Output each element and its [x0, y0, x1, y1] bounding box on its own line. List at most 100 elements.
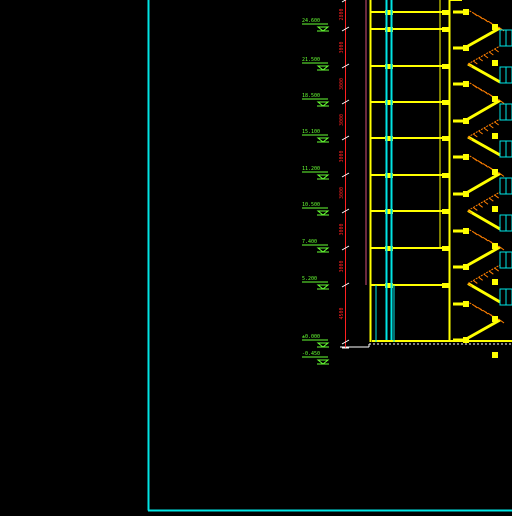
elevation-label: 11.200 [302, 166, 320, 172]
stair-hatch [489, 197, 494, 202]
stair-flight [467, 209, 501, 231]
stair-flight [467, 282, 501, 304]
elevation-label: 18.500 [302, 93, 320, 99]
elevation-marker: -0.450 [302, 351, 330, 365]
cad-viewport[interactable]: 24.600 21.500 18.500 15.100 11.200 10.500 7.40… [0, 0, 512, 512]
stair-flight [467, 62, 501, 84]
stair-hatch [483, 18, 489, 23]
drawing-frame [147, 0, 512, 512]
elevation-marker: 15.100 [302, 129, 330, 143]
stair-hatch [478, 15, 483, 20]
stair-flight [467, 26, 501, 48]
dimension-label: 3000 [339, 150, 345, 162]
elevation-label: ±0.000 [302, 334, 320, 340]
stair-hatch [478, 57, 483, 62]
stair-hatch [478, 276, 483, 281]
stair-hatch [483, 163, 489, 168]
stair-hatch [478, 234, 483, 239]
stair-hatch [494, 194, 499, 199]
stair-hatch [489, 124, 494, 129]
landing-beam [463, 228, 469, 234]
stair-hatch [478, 87, 483, 92]
dimension-label: 3000 [339, 223, 345, 235]
stair-hatch [499, 173, 505, 177]
elevation-triangle-icon [316, 247, 330, 253]
landing-beam [492, 352, 498, 358]
stair-hatch [483, 90, 489, 95]
landing-beam [492, 243, 498, 249]
stair-hatch [473, 280, 478, 284]
stair-hatch [483, 273, 489, 278]
landing-beam [463, 154, 469, 160]
elevation-label: 7.400 [302, 239, 317, 245]
elevation-marker: 21.500 [302, 57, 330, 71]
elevation-labels: 24.600 21.500 18.500 15.100 11.200 10.500 7.40… [302, 18, 330, 365]
elevation-triangle-icon [316, 65, 330, 71]
elevation-marker: ±0.000 [302, 334, 330, 348]
dimension-chain: 2800 3000 3000 3000 3000 3000 3000 3000 4500 [339, 0, 350, 349]
landing-beam [492, 60, 498, 66]
elevation-marker: 11.200 [302, 166, 330, 180]
landing-beam [492, 169, 498, 175]
elevation-label: 24.600 [302, 18, 320, 24]
elevation-triangle-icon [316, 26, 330, 32]
landing-beam [492, 96, 498, 102]
elevation-label: 5.200 [302, 276, 317, 282]
elevation-marker: 5.200 [302, 276, 330, 290]
landing-beam [463, 45, 469, 51]
dimension-label: 3000 [339, 187, 345, 199]
stair-hatch [478, 307, 483, 312]
stair-hatch [473, 12, 478, 17]
dimension-label: 3000 [339, 260, 345, 272]
stair-flight [467, 99, 501, 121]
stair-hatch [494, 267, 499, 272]
elevation-triangle-icon [316, 210, 330, 216]
stair-hatch [478, 203, 483, 208]
stair-hatch [473, 133, 478, 138]
elevation-triangle-icon [316, 137, 330, 143]
dimension-label: 3000 [339, 78, 345, 90]
dimension-label: 4500 [339, 307, 345, 319]
landing-beam [463, 264, 469, 270]
landing-beam [492, 24, 498, 30]
landing-beam [492, 279, 498, 285]
landing-beam [463, 9, 469, 15]
stair-hatch [483, 200, 489, 205]
stair-hatch [494, 121, 499, 126]
stair-flight [467, 318, 501, 340]
stair-flight [467, 245, 501, 267]
stair-flight [467, 172, 501, 194]
stair-hatch [483, 237, 489, 242]
stair-hatch [473, 231, 478, 236]
stair-hatch [483, 310, 489, 315]
stair-hatch [499, 246, 505, 251]
section-drawing: 24.600 21.500 18.500 15.100 11.200 10.500 7.40… [147, 0, 512, 512]
stair-hatch [478, 130, 483, 135]
elevation-triangle-icon [316, 101, 330, 107]
stair-hatch [499, 100, 505, 104]
elevation-triangle-icon [316, 359, 330, 365]
stair-hatch [473, 304, 478, 309]
dimension-label: 3000 [339, 114, 345, 126]
stair-hatch [483, 127, 489, 132]
stair-hatch [499, 319, 505, 324]
stair-hatch [483, 54, 489, 59]
elevation-marker: 10.500 [302, 202, 330, 216]
elevation-marker: 18.500 [302, 93, 330, 107]
elevation-triangle-icon [316, 342, 330, 348]
elevation-label: -0.450 [302, 351, 320, 357]
stair-hatch [489, 51, 494, 56]
landing-beam [463, 118, 469, 124]
landing-beam [463, 191, 469, 197]
elevation-label: 15.100 [302, 129, 320, 135]
elevation-marker: 7.400 [302, 239, 330, 253]
dimension-label: 2800 [339, 8, 345, 20]
landing-beam [463, 301, 469, 307]
stair-hatch [473, 60, 478, 65]
landing-beam [492, 316, 498, 322]
landing-beam [492, 206, 498, 212]
stair-hatch [494, 48, 499, 53]
dimension-label: 3000 [339, 41, 345, 53]
landing-beam [463, 337, 469, 343]
landing-beam [492, 133, 498, 139]
